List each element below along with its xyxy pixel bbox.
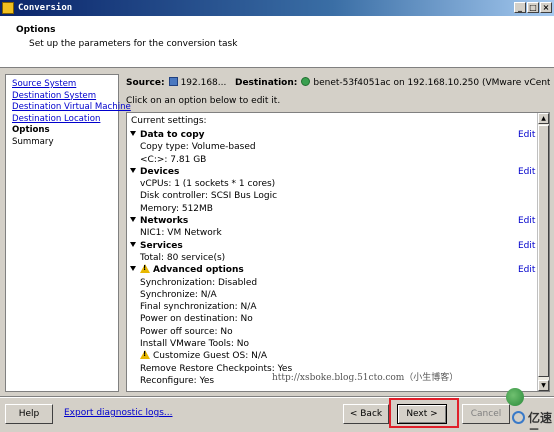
setting-copy-type: Copy type: Volume-based (140, 142, 256, 153)
close-button[interactable]: × (540, 2, 552, 13)
cursor-dot (506, 388, 524, 406)
setting-nic1: NIC1: VM Network (140, 228, 222, 239)
next-button-highlight (389, 398, 459, 428)
back-button[interactable]: < Back (343, 404, 389, 424)
export-diagnostic-logs-link[interactable]: Export diagnostic logs... (64, 408, 173, 418)
setting-power-off-source: Power off source: No (140, 326, 233, 337)
logo-text: 亿速云 (528, 411, 553, 432)
collapse-triangle-icon (130, 266, 136, 272)
edit-link-networks[interactable]: Edit (518, 215, 535, 227)
footer-divider (0, 396, 554, 398)
edit-link-services[interactable]: Edit (518, 240, 535, 252)
vcenter-icon (301, 77, 311, 86)
scrollbar-thumb[interactable] (538, 125, 549, 377)
scroll-down-arrow-icon[interactable]: ▼ (538, 380, 549, 391)
nav-item-summary: Summary (12, 136, 54, 147)
wizard-steps-nav: Source System Destination System Destina… (5, 74, 131, 392)
scroll-up-arrow-icon[interactable]: ▲ (538, 113, 549, 124)
section-devices[interactable]: Devices Edit (127, 166, 537, 178)
collapse-triangle-icon (130, 131, 136, 136)
setting-power-on-destination: Power on destination: No (140, 314, 253, 325)
logo-mark-icon (512, 411, 525, 424)
collapse-triangle-icon (130, 241, 136, 247)
minimize-button[interactable]: _ (514, 2, 526, 13)
setting-vcpus: vCPUs: 1 (1 sockets * 1 cores) (140, 179, 276, 190)
collapse-triangle-icon (130, 217, 136, 223)
settings-heading: Current settings: (131, 116, 207, 126)
maximize-button[interactable]: □ (527, 2, 539, 13)
site-logo: 亿速云 (512, 410, 552, 432)
cancel-button[interactable]: Cancel (462, 404, 510, 424)
nav-item-destination-virtual-machine[interactable]: Destination Virtual Machine (12, 102, 131, 114)
server-icon (168, 77, 178, 86)
settings-scrollbar[interactable]: ▲ ▼ (537, 113, 549, 391)
nav-item-destination-system[interactable]: Destination System (12, 91, 118, 103)
edit-hint: Click on an option below to edit it. (126, 96, 281, 106)
nav-item-source-system[interactable]: Source System (12, 79, 118, 91)
setting-disk-controller: Disk controller: SCSI Bus Logic (140, 191, 278, 202)
source-destination-line: Source: 192.168... Destination: benet-53f4… (126, 76, 550, 90)
nav-item-options: Options (12, 125, 50, 136)
setting-customize-guest-os: Customize Guest OS: N/A (127, 350, 537, 362)
source-value: 192.168... (180, 78, 227, 88)
destination-value: benet-53f4051ac on 192.168.10.250 (VMwar… (313, 78, 550, 88)
edit-link-advanced-options[interactable]: Edit (518, 264, 535, 276)
setting-final-synchronization: Final synchronization: N/A (140, 302, 257, 313)
destination-label: Destination: (234, 78, 298, 88)
setting-synchronize: Synchronize: N/A (140, 289, 217, 300)
settings-panel: Current settings: Data to copy Edit Copy … (126, 112, 550, 392)
watermark: http://xsboke.blog.51cto.com（小生博客） (272, 373, 459, 383)
collapse-triangle-icon (130, 167, 136, 173)
title-bar: Conversion _ □ × (0, 0, 554, 16)
page-title: Options (16, 25, 56, 35)
wizard-header: Options Set up the parameters for the co… (0, 16, 554, 68)
settings-list: Data to copy Edit Copy type: Volume-based… (127, 129, 537, 387)
setting-services-total: Total: 80 service(s) (140, 252, 226, 263)
section-services[interactable]: Services Edit (127, 240, 537, 252)
page-subtitle: Set up the parameters for the conversion… (29, 39, 238, 49)
section-advanced-options[interactable]: Advanced optionsEdit (127, 264, 537, 276)
source-label: Source: (126, 78, 165, 88)
section-data-to-copy[interactable]: Data to copy Edit (127, 129, 537, 141)
window-title: Conversion (18, 3, 73, 13)
nav-item-destination-location[interactable]: Destination Location (12, 114, 118, 126)
warning-icon (140, 350, 150, 360)
edit-link-devices[interactable]: Edit (518, 166, 535, 178)
warning-icon (140, 264, 150, 274)
edit-link-data-to-copy[interactable]: Edit (518, 129, 535, 141)
setting-synchronization: Synchronization: Disabled (140, 277, 258, 288)
setting-install-vmware-tools: Install VMware Tools: No (140, 339, 249, 350)
setting-volume-size: <C:>: 7.81 GB (140, 154, 207, 165)
app-icon (2, 2, 14, 14)
section-networks[interactable]: Networks Edit (127, 215, 537, 227)
help-button[interactable]: Help (5, 404, 53, 424)
setting-memory: Memory: 512MB (140, 203, 213, 214)
